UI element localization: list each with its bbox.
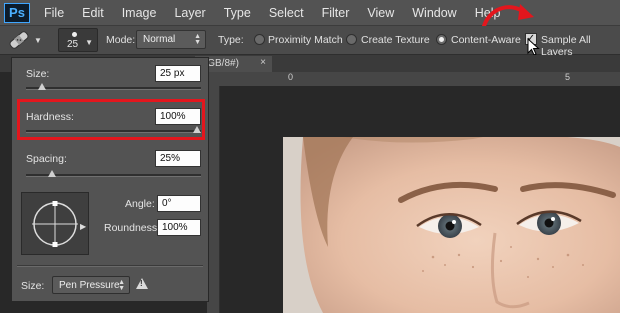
- brush-picker[interactable]: 25 ▼: [58, 28, 98, 52]
- mouse-cursor-icon: [527, 38, 540, 56]
- ruler-tick-label: 5: [565, 72, 571, 82]
- menu-type[interactable]: Type: [206, 6, 251, 20]
- updown-caret-icon: ▲ ▼: [118, 279, 125, 292]
- radio-proximity-match[interactable]: [254, 34, 265, 45]
- options-bar: ▼ 25 ▼ Mode: Normal ▲ ▼ Type: Proximity M…: [0, 26, 620, 58]
- menu-file[interactable]: File: [30, 6, 64, 20]
- horizontal-ruler: 0 5: [207, 72, 620, 87]
- face-photo: [283, 137, 620, 313]
- arrow-right-icon: ▶: [80, 222, 87, 231]
- spacing-label: Spacing:: [26, 153, 67, 165]
- spacing-slider-thumb[interactable]: [47, 170, 56, 177]
- photoshop-logo[interactable]: Ps: [4, 2, 30, 23]
- pen-pressure-select[interactable]: Pen Pressure ▲ ▼: [52, 276, 130, 294]
- size-label: Size:: [26, 68, 50, 80]
- brush-settings-panel: Size: 25 px Hardness: 100% Spacing: 25% …: [11, 57, 209, 302]
- menu-edit[interactable]: Edit: [64, 6, 104, 20]
- angle-roundness-icon: [32, 201, 78, 247]
- roundness-field[interactable]: 100%: [157, 219, 201, 236]
- radio-proximity-match-label[interactable]: Proximity Match: [268, 34, 343, 46]
- brush-size-value: 25: [67, 39, 79, 50]
- menu-filter[interactable]: Filter: [304, 6, 350, 20]
- menu-view[interactable]: View: [349, 6, 394, 20]
- spacing-slider[interactable]: [26, 170, 201, 177]
- warning-icon: [136, 278, 148, 289]
- document-image[interactable]: [283, 137, 620, 313]
- mode-label: Mode:: [106, 34, 136, 46]
- size-field[interactable]: 25 px: [155, 65, 201, 82]
- mode-value: Normal: [143, 34, 176, 45]
- pen-pressure-size-label: Size:: [21, 280, 45, 292]
- menu-layer[interactable]: Layer: [156, 6, 205, 20]
- angle-label: Angle:: [125, 198, 155, 210]
- chevron-down-icon: ▼: [34, 35, 42, 45]
- updown-caret-icon: ▲ ▼: [194, 33, 201, 46]
- close-icon[interactable]: ×: [260, 57, 266, 68]
- angle-field[interactable]: 0°: [157, 195, 201, 212]
- spacing-field[interactable]: 25%: [155, 150, 201, 167]
- tool-preset-picker[interactable]: ▼: [6, 29, 44, 51]
- radio-content-aware[interactable]: [436, 34, 447, 45]
- ruler-tick-label: 0: [288, 72, 294, 82]
- roundness-label: Roundness:: [104, 222, 161, 234]
- brush-angle-preview[interactable]: [21, 192, 89, 255]
- menu-window[interactable]: Window: [394, 6, 456, 20]
- type-label: Type:: [218, 34, 244, 46]
- mode-select[interactable]: Normal ▲ ▼: [136, 30, 206, 49]
- spot-healing-brush-icon: [9, 31, 29, 49]
- radio-create-texture-label[interactable]: Create Texture: [361, 34, 430, 46]
- radio-content-aware-label[interactable]: Content-Aware: [451, 34, 521, 46]
- radio-create-texture[interactable]: [346, 34, 357, 45]
- brush-tip-icon: [72, 32, 77, 37]
- pen-pressure-value: Pen Pressure: [59, 280, 120, 291]
- hardness-highlight-box: [17, 99, 205, 140]
- chevron-down-icon: ▼: [85, 38, 93, 47]
- panel-divider: [17, 265, 203, 267]
- size-slider-thumb[interactable]: [37, 83, 46, 90]
- menu-select[interactable]: Select: [251, 6, 304, 20]
- menu-image[interactable]: Image: [104, 6, 157, 20]
- size-slider[interactable]: [26, 83, 201, 90]
